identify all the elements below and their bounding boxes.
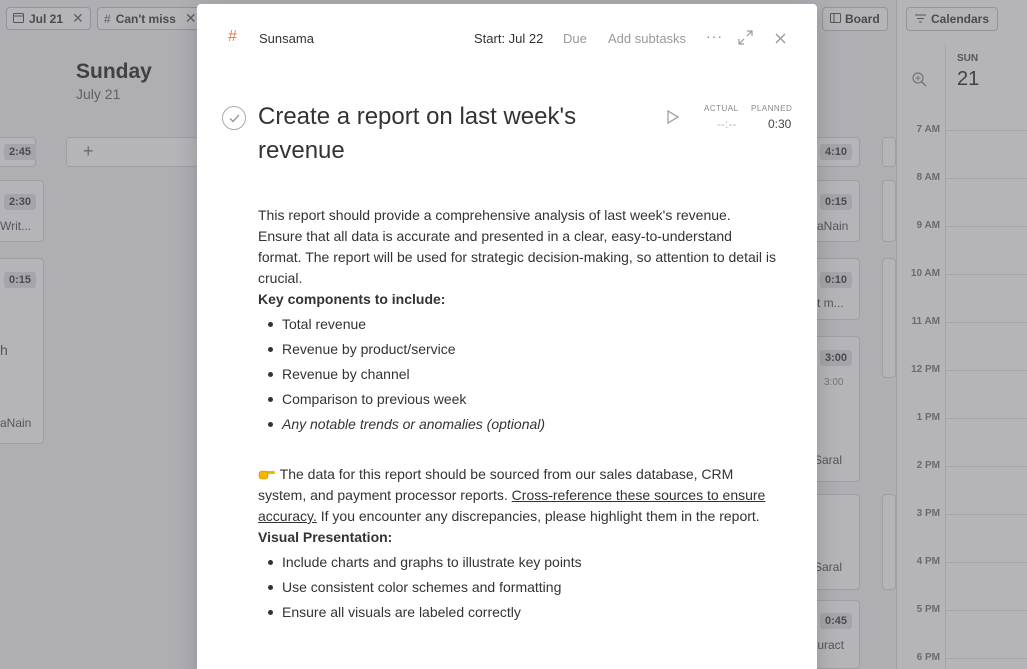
list-item: Total revenue (258, 314, 778, 335)
start-date-button[interactable]: Start: Jul 22 (474, 31, 543, 46)
list-item: Revenue by channel (258, 364, 778, 385)
task-title[interactable]: Create a report on last week's revenue (258, 100, 638, 168)
list-item: Use consistent color schemes and formatt… (258, 577, 778, 598)
visual-presentation-list: Include charts and graphs to illustrate … (258, 552, 778, 623)
actual-time-label: ACTUAL (704, 104, 739, 113)
more-options-icon[interactable]: ··· (706, 28, 723, 44)
pointing-hand-icon (258, 465, 276, 480)
list-item: Revenue by product/service (258, 339, 778, 360)
visual-presentation-heading: Visual Presentation: (258, 529, 393, 545)
actual-time-value[interactable]: --:-- (717, 117, 736, 131)
list-item: Comparison to previous week (258, 389, 778, 410)
planned-time-label: PLANNED (751, 104, 793, 113)
notes-sources-paragraph: The data for this report should be sourc… (258, 464, 778, 527)
modal-toolbar: # Sunsama Start: Jul 22 Due Add subtasks… (197, 4, 817, 74)
complete-checkbox-icon[interactable] (222, 106, 246, 130)
task-detail-modal: # Sunsama Start: Jul 22 Due Add subtasks… (197, 4, 817, 669)
list-item: Any notable trends or anomalies (optiona… (258, 414, 778, 435)
task-notes[interactable]: This report should provide a comprehensi… (258, 205, 778, 627)
add-subtasks-button[interactable]: Add subtasks (608, 31, 686, 46)
channel-label[interactable]: Sunsama (259, 31, 314, 46)
channel-hash-icon: # (228, 28, 237, 45)
expand-icon[interactable] (738, 30, 753, 50)
key-components-heading: Key components to include: (258, 291, 446, 307)
sources-text-after: If you encounter any discrepancies, plea… (316, 508, 760, 524)
due-date-button[interactable]: Due (563, 31, 587, 46)
list-item: Include charts and graphs to illustrate … (258, 552, 778, 573)
play-timer-icon[interactable] (667, 109, 680, 129)
list-item: Ensure all visuals are labeled correctly (258, 602, 778, 623)
planned-time-value[interactable]: 0:30 (768, 117, 791, 131)
close-icon[interactable] (775, 31, 786, 49)
notes-intro: This report should provide a comprehensi… (258, 207, 776, 286)
key-components-list: Total revenue Revenue by product/service… (258, 314, 778, 435)
